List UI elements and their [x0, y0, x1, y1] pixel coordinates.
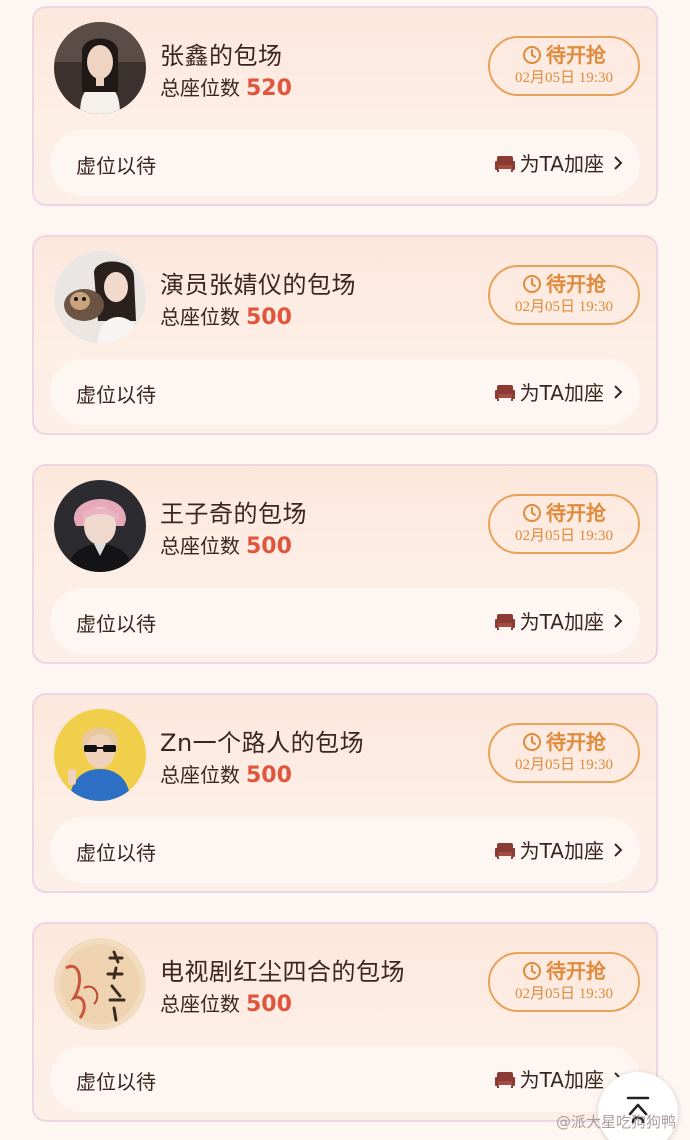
seat-count-value: 500	[246, 534, 292, 559]
seat-bar: 虚位以待 为TA加座	[50, 359, 640, 425]
status-label: 待开抢	[546, 501, 606, 525]
sofa-icon	[494, 842, 515, 859]
showing-card[interactable]: 王子奇的包场 总座位数 500 待开抢 02月05日 19:30 虚位以待 为TA…	[32, 464, 658, 664]
status-label: 待开抢	[546, 272, 606, 296]
status-badge[interactable]: 待开抢 02月05日 19:30	[488, 723, 640, 783]
seat-count: 总座位数 500	[160, 530, 292, 559]
add-seat-label: 为TA加座	[519, 610, 604, 634]
seat-count-value: 500	[246, 992, 292, 1017]
seat-bar: 虚位以待 为TA加座	[50, 588, 640, 654]
status-label: 待开抢	[546, 730, 606, 754]
start-time: 02月05日 19:30	[515, 528, 613, 544]
showing-title: 电视剧红尘四合的包场	[160, 958, 405, 986]
avatar	[54, 251, 146, 343]
clock-icon	[523, 46, 541, 64]
add-seat-label: 为TA加座	[519, 1068, 604, 1092]
showing-title: 张鑫的包场	[160, 42, 283, 70]
showing-card[interactable]: 电视剧红尘四合的包场 总座位数 500 待开抢 02月05日 19:30 虚位以待…	[32, 922, 658, 1122]
add-seat-button[interactable]: 为TA加座	[494, 606, 624, 635]
seat-bar: 虚位以待 为TA加座	[50, 130, 640, 196]
avatar	[54, 480, 146, 572]
avatar-image	[54, 22, 146, 114]
status-badge[interactable]: 待开抢 02月05日 19:30	[488, 494, 640, 554]
sofa-icon	[494, 384, 515, 401]
seat-count: 总座位数 500	[160, 988, 292, 1017]
clock-icon	[523, 962, 541, 980]
vacant-text: 虚位以待	[76, 154, 156, 178]
add-seat-button[interactable]: 为TA加座	[494, 377, 624, 406]
start-time: 02月05日 19:30	[515, 70, 613, 86]
avatar	[54, 22, 146, 114]
page: 张鑫的包场 总座位数 520 待开抢 02月05日 19:30 虚位以待 为TA加…	[0, 0, 690, 1140]
showing-title: 演员张婧仪的包场	[160, 271, 356, 299]
status-badge[interactable]: 待开抢 02月05日 19:30	[488, 36, 640, 96]
avatar	[54, 938, 146, 1030]
chevron-right-icon	[614, 613, 623, 628]
showing-title: Zn一个路人的包场	[160, 729, 365, 757]
seat-count-label: 总座位数	[160, 76, 240, 100]
clock-icon	[523, 733, 541, 751]
add-seat-label: 为TA加座	[519, 839, 604, 863]
chevron-right-icon	[614, 384, 623, 399]
add-seat-button[interactable]: 为TA加座	[494, 835, 624, 864]
seat-count: 总座位数 520	[160, 72, 292, 101]
vacant-text: 虚位以待	[76, 841, 156, 865]
seat-bar: 虚位以待 为TA加座	[50, 817, 640, 883]
vacant-text: 虚位以待	[76, 1070, 156, 1094]
chevron-right-icon	[614, 155, 623, 170]
seat-count-label: 总座位数	[160, 992, 240, 1016]
seat-bar: 虚位以待 为TA加座	[50, 1046, 640, 1112]
status-label: 待开抢	[546, 43, 606, 67]
chevron-right-icon	[614, 842, 623, 857]
add-seat-label: 为TA加座	[519, 152, 604, 176]
avatar	[54, 709, 146, 801]
showing-title: 王子奇的包场	[160, 500, 307, 528]
showing-card[interactable]: Zn一个路人的包场 总座位数 500 待开抢 02月05日 19:30 虚位以待 …	[32, 693, 658, 893]
clock-icon	[523, 504, 541, 522]
status-label: 待开抢	[546, 959, 606, 983]
seat-count-value: 500	[246, 305, 292, 330]
seat-count-value: 500	[246, 763, 292, 788]
start-time: 02月05日 19:30	[515, 299, 613, 315]
watermark: @派大星吃狗狗鸭	[555, 1113, 676, 1131]
showing-card[interactable]: 张鑫的包场 总座位数 520 待开抢 02月05日 19:30 虚位以待 为TA加…	[32, 6, 658, 206]
start-time: 02月05日 19:30	[515, 986, 613, 1002]
seat-count-value: 520	[246, 76, 292, 101]
avatar-image	[54, 938, 146, 1030]
showing-card[interactable]: 演员张婧仪的包场 总座位数 500 待开抢 02月05日 19:30 虚位以待 为…	[32, 235, 658, 435]
status-badge[interactable]: 待开抢 02月05日 19:30	[488, 265, 640, 325]
start-time: 02月05日 19:30	[515, 757, 613, 773]
status-badge[interactable]: 待开抢 02月05日 19:30	[488, 952, 640, 1012]
add-seat-button[interactable]: 为TA加座	[494, 148, 624, 177]
sofa-icon	[494, 613, 515, 630]
add-seat-label: 为TA加座	[519, 381, 604, 405]
vacant-text: 虚位以待	[76, 383, 156, 407]
vacant-text: 虚位以待	[76, 612, 156, 636]
clock-icon	[523, 275, 541, 293]
avatar-image	[54, 480, 146, 572]
sofa-icon	[494, 1071, 515, 1088]
seat-count-label: 总座位数	[160, 534, 240, 558]
seat-count: 总座位数 500	[160, 759, 292, 788]
seat-count-label: 总座位数	[160, 305, 240, 329]
avatar-image	[54, 709, 146, 801]
seat-count: 总座位数 500	[160, 301, 292, 330]
sofa-icon	[494, 155, 515, 172]
avatar-image	[54, 251, 146, 343]
seat-count-label: 总座位数	[160, 763, 240, 787]
